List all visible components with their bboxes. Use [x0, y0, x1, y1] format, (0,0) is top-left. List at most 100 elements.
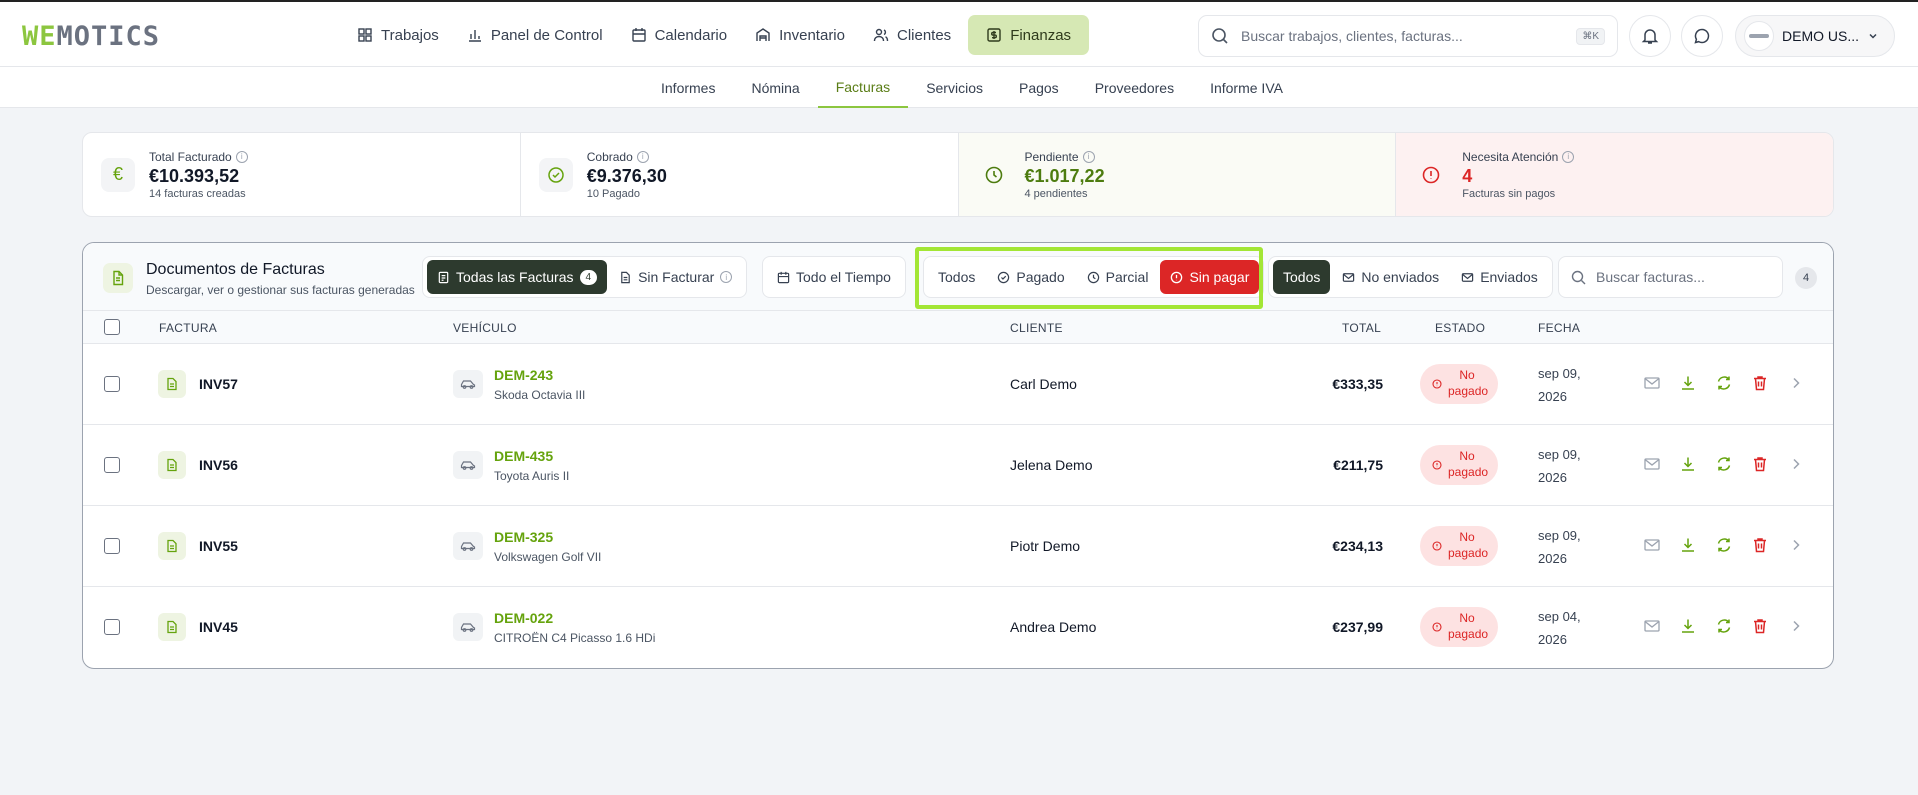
col-client[interactable]: CLIENTE [1010, 321, 1063, 335]
table-row[interactable]: INV57 DEM-243 Skoda Octavia III Carl Dem… [83, 344, 1833, 425]
info-icon[interactable]: i [1562, 150, 1575, 163]
send-mail-icon[interactable] [1643, 617, 1661, 635]
table-header: FACTURA VEHÍCULO CLIENTE TOTAL ESTADO FE… [83, 311, 1833, 344]
subnav-item-pagos[interactable]: Pagos [1001, 67, 1077, 108]
search-input[interactable]: Buscar trabajos, clientes, facturas... [1241, 28, 1564, 44]
not-sent-button[interactable]: No enviados [1332, 260, 1449, 294]
info-icon[interactable]: i [1082, 150, 1095, 163]
notifications-button[interactable] [1629, 15, 1671, 57]
send-all-button[interactable]: Todos [1273, 260, 1331, 294]
file-icon [621, 271, 630, 283]
select-all-checkbox[interactable] [104, 319, 120, 335]
messages-button[interactable] [1681, 15, 1723, 57]
vehicle-plate[interactable]: DEM-022 [494, 610, 553, 626]
download-icon[interactable] [1679, 455, 1697, 473]
send-mail-icon[interactable] [1643, 374, 1661, 392]
status-badge: No pagado [1420, 526, 1498, 566]
chevron-right-icon[interactable] [1787, 455, 1805, 473]
nav-item-trabajos[interactable]: Trabajos [346, 15, 450, 55]
subnav-item-informe-iva[interactable]: Informe IVA [1192, 67, 1301, 108]
info-icon[interactable]: i [720, 271, 733, 283]
chevron-right-icon[interactable] [1787, 617, 1805, 635]
stat-sub: 4 pendientes [1024, 187, 1088, 200]
stat-value: €1.017,22 [1024, 165, 1105, 186]
vehicle-plate[interactable]: DEM-435 [494, 448, 553, 464]
refresh-icon[interactable] [1715, 617, 1733, 635]
warehouse-icon [756, 28, 770, 41]
invoice-search[interactable]: Buscar facturas... [1558, 256, 1783, 298]
info-icon[interactable]: i [636, 150, 649, 163]
mail-icon [1343, 272, 1355, 282]
shortcut-badge: ⌘K [1576, 27, 1605, 45]
nav-item-panel[interactable]: Panel de Control [456, 15, 614, 55]
table-row[interactable]: INV55 DEM-325 Volkswagen Golf VII Piotr … [83, 506, 1833, 587]
download-icon[interactable] [1679, 617, 1697, 635]
nav-item-inventario[interactable]: Inventario [744, 15, 856, 55]
subnav-item-nomina[interactable]: Nómina [733, 67, 817, 108]
vehicle-plate[interactable]: DEM-325 [494, 529, 553, 545]
invoice-search-input[interactable]: Buscar facturas... [1596, 269, 1705, 285]
invoice-date: sep 09, 2026 [1538, 447, 1581, 485]
trash-icon[interactable] [1751, 374, 1769, 392]
col-vehicle[interactable]: VEHÍCULO [453, 321, 517, 335]
refresh-icon[interactable] [1715, 536, 1733, 554]
nav-label: Calendario [654, 26, 728, 44]
subnav-item-facturas[interactable]: Facturas [817, 67, 909, 108]
chevron-right-icon[interactable] [1787, 374, 1805, 392]
car-icon [453, 613, 483, 641]
invoice-number[interactable]: INV56 [199, 457, 238, 473]
invoice-number[interactable]: INV45 [199, 619, 238, 635]
alert-circle-icon [1432, 622, 1442, 632]
invoice-number[interactable]: INV57 [199, 376, 238, 392]
stat-label: Cobrado [586, 149, 633, 164]
download-icon[interactable] [1679, 374, 1697, 392]
nav-item-calendario[interactable]: Calendario [620, 15, 739, 55]
nav-label: Inventario [779, 26, 845, 44]
calendar-icon [631, 28, 646, 42]
time-range-filter[interactable]: Todo el Tiempo [762, 256, 906, 298]
row-checkbox[interactable] [104, 376, 120, 392]
subnav-item-servicios[interactable]: Servicios [908, 67, 1001, 108]
row-checkbox[interactable] [104, 457, 120, 473]
nav-item-clientes[interactable]: Clientes [862, 15, 962, 55]
car-icon [453, 451, 483, 479]
download-icon[interactable] [1679, 536, 1697, 554]
refresh-icon[interactable] [1715, 374, 1733, 392]
stats-bar: € Total Facturado i €10.393,52 14 factura… [82, 132, 1834, 217]
info-icon[interactable]: i [235, 150, 248, 163]
vehicle-plate[interactable]: DEM-243 [494, 367, 553, 383]
subnav-item-proveedores[interactable]: Proveedores [1077, 67, 1192, 108]
col-status[interactable]: ESTADO [1435, 321, 1485, 335]
global-search[interactable]: Buscar trabajos, clientes, facturas... ⌘… [1198, 15, 1618, 57]
table-row[interactable]: INV56 DEM-435 Toyota Auris II Jelena Dem… [83, 425, 1833, 506]
row-checkbox[interactable] [104, 538, 120, 554]
row-checkbox[interactable] [104, 619, 120, 635]
send-mail-icon[interactable] [1643, 455, 1661, 473]
user-menu[interactable]: DEMO US... [1735, 15, 1895, 57]
col-invoice[interactable]: FACTURA [159, 321, 217, 335]
unbilled-button[interactable]: Sin Facturar i [609, 260, 742, 294]
trash-icon[interactable] [1751, 617, 1769, 635]
logo[interactable]: WEMOTICS [22, 21, 160, 52]
all-time-button[interactable]: Todo el Tiempo [767, 260, 901, 294]
refresh-icon[interactable] [1715, 455, 1733, 473]
send-mail-icon[interactable] [1643, 536, 1661, 554]
nav-label: Clientes [896, 26, 952, 44]
dollar-icon [987, 28, 1001, 42]
invoice-date: sep 09, 2026 [1538, 528, 1581, 566]
trash-icon[interactable] [1751, 455, 1769, 473]
invoice-number[interactable]: INV55 [199, 538, 238, 554]
sent-button[interactable]: Enviados [1451, 260, 1548, 294]
car-icon [453, 370, 483, 398]
status-badge: No pagado [1420, 364, 1498, 404]
table-row[interactable]: INV45 DEM-022 CITROËN C4 Picasso 1.6 HDi… [83, 587, 1833, 668]
col-date[interactable]: FECHA [1538, 321, 1580, 335]
col-total[interactable]: TOTAL [1342, 321, 1381, 335]
subnav-item-informes[interactable]: Informes [643, 67, 733, 108]
all-invoices-button[interactable]: Todas las Facturas 4 [427, 260, 608, 294]
trash-icon[interactable] [1751, 536, 1769, 554]
stat-label: Necesita Atención [1462, 149, 1559, 164]
chevron-right-icon[interactable] [1787, 536, 1805, 554]
invoice-icon [158, 532, 186, 560]
nav-item-finanzas[interactable]: Finanzas [968, 15, 1090, 55]
